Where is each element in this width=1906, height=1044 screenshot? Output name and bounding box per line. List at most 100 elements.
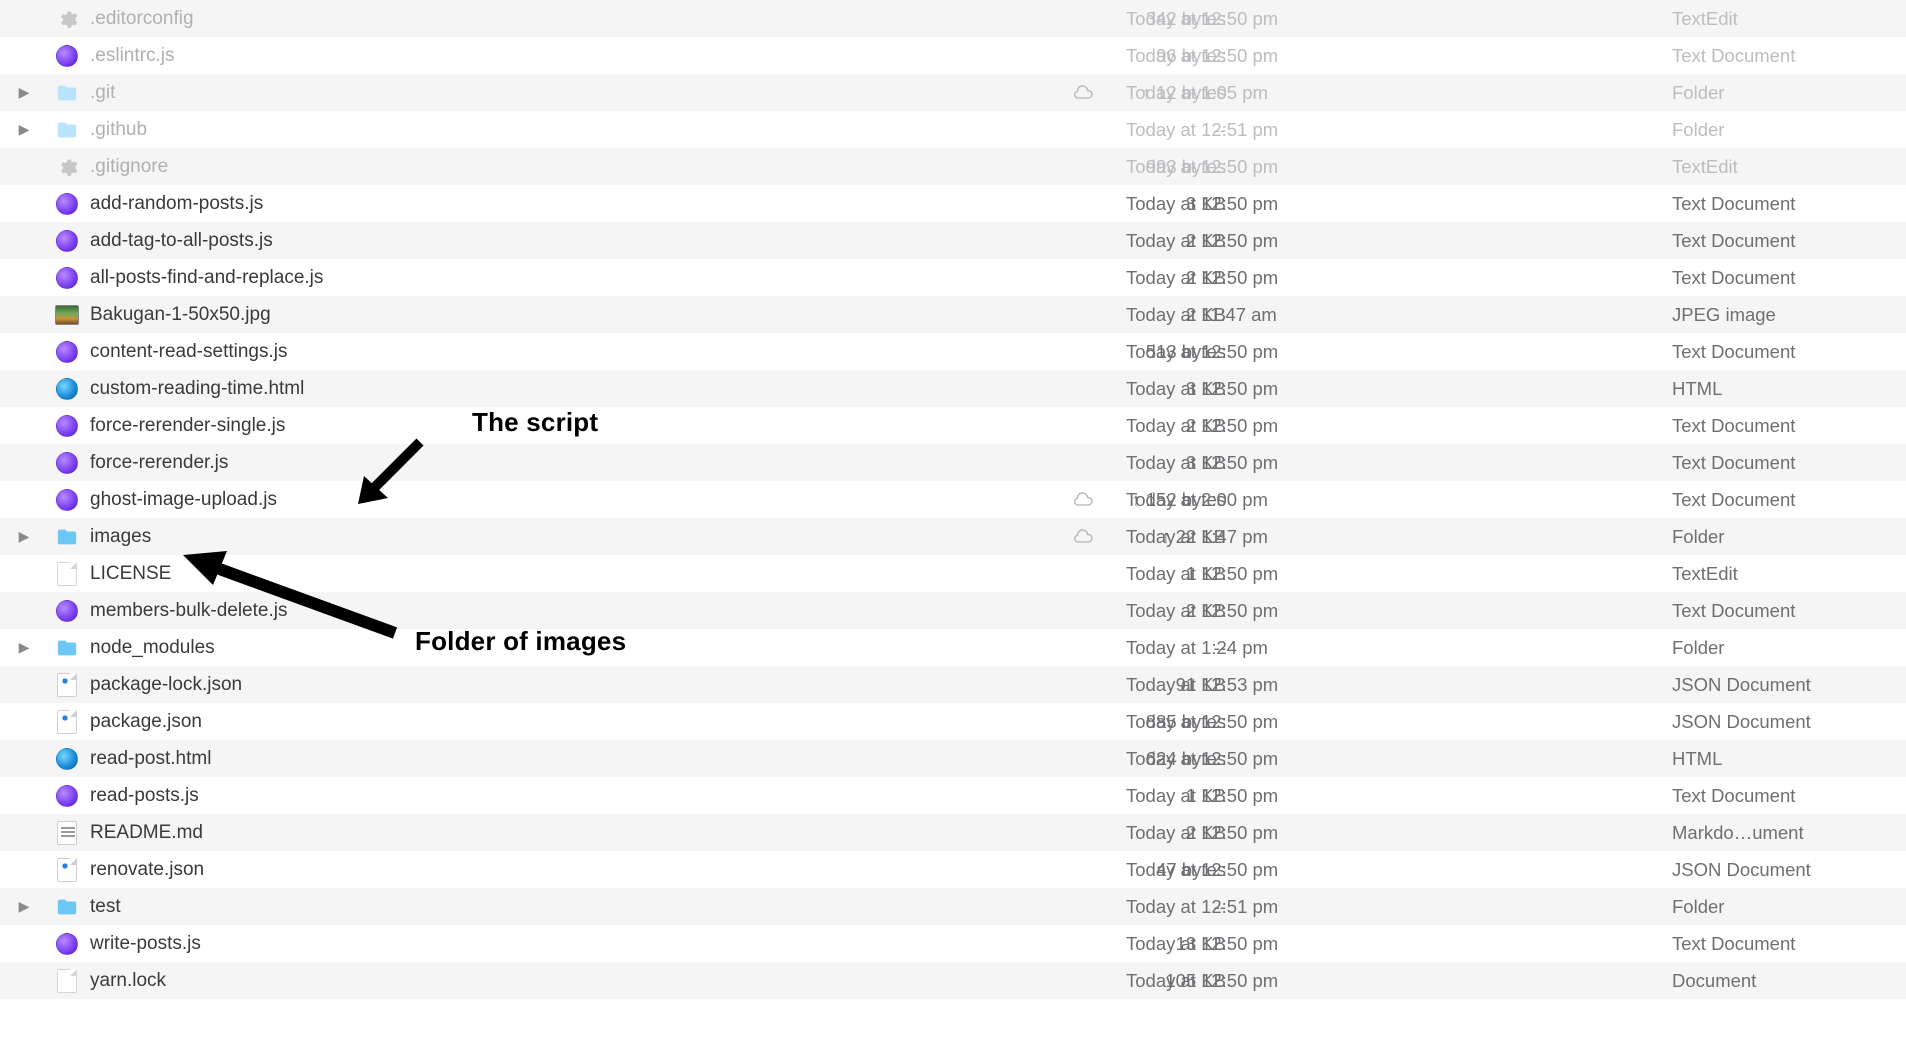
file-kind: Text Document [1672,452,1795,474]
file-row[interactable]: .gitignoreToday at 12:50 pm993 bytesText… [0,148,1906,185]
js-file-icon [56,230,78,252]
file-size: 105 KB [966,970,1226,992]
file-name[interactable]: LICENSE [90,563,171,585]
json-file-icon [57,673,77,697]
file-row[interactable]: write-posts.jsToday at 12:50 pm13 KBText… [0,925,1906,962]
disclosure-triangle-icon[interactable]: ▶ [16,84,32,101]
file-row[interactable]: yarn.lockToday at 12:50 pm105 KBDocument [0,962,1906,999]
file-list: .editorconfigToday at 12:50 pm342 bytesT… [0,0,1906,999]
json-file-icon [57,858,77,882]
disclosure-triangle-icon[interactable]: ▶ [16,121,32,138]
file-size: 513 bytes [966,341,1226,363]
file-name[interactable]: .eslintrc.js [90,45,174,67]
file-row[interactable]: ▶node_modulesToday at 1:24 pm--Folder [0,629,1906,666]
file-kind: Text Document [1672,415,1795,437]
file-name[interactable]: read-post.html [90,748,211,770]
file-row[interactable]: members-bulk-delete.jsToday at 12:50 pm2… [0,592,1906,629]
file-name[interactable]: package-lock.json [90,674,242,696]
file-kind: Folder [1672,637,1724,659]
js-file-icon [56,193,78,215]
image-thumbnail-icon [55,305,79,325]
file-name[interactable]: Bakugan-1-50x50.jpg [90,304,271,326]
file-row[interactable]: ▶imagesToday at 1:47 pm↑ 22 KBFolder [0,518,1906,555]
file-name[interactable]: .editorconfig [90,8,194,30]
file-icon-wrapper [54,6,80,32]
file-size: 2 KB [966,304,1226,326]
disclosure-triangle-icon[interactable]: ▶ [16,898,32,915]
file-name[interactable]: add-tag-to-all-posts.js [90,230,273,252]
file-size: 993 bytes [966,156,1226,178]
disclosure-triangle-icon[interactable]: ▶ [16,639,32,656]
file-name[interactable]: custom-reading-time.html [90,378,304,400]
file-name[interactable]: yarn.lock [90,970,166,992]
file-row[interactable]: README.mdToday at 12:50 pm2 KBMarkdo…ume… [0,814,1906,851]
file-icon-wrapper [54,820,80,846]
file-name[interactable]: README.md [90,822,203,844]
file-name[interactable]: images [90,526,151,548]
file-name[interactable]: all-posts-find-and-replace.js [90,267,323,289]
file-name[interactable]: write-posts.js [90,933,201,955]
file-row[interactable]: renovate.jsonToday at 12:50 pm47 bytesJS… [0,851,1906,888]
file-name[interactable]: renovate.json [90,859,204,881]
file-kind: JPEG image [1672,304,1776,326]
file-size: -- [966,896,1226,918]
file-icon-wrapper [54,376,80,402]
file-row[interactable]: force-rerender.jsToday at 12:50 pm3 KBTe… [0,444,1906,481]
file-size: 47 bytes [966,859,1226,881]
file-name[interactable]: add-random-posts.js [90,193,263,215]
file-kind: Markdo…ument [1672,822,1804,844]
file-name[interactable]: .git [90,82,115,104]
markdown-file-icon [57,821,77,845]
file-size: 13 KB [966,933,1226,955]
file-kind: Folder [1672,526,1724,548]
file-name[interactable]: members-bulk-delete.js [90,600,287,622]
html-file-icon [56,378,78,400]
file-row[interactable]: ▶.gitToday at 1:05 pm↑ 12 bytesFolder [0,74,1906,111]
file-kind: TextEdit [1672,156,1738,178]
file-size: 2 KB [966,600,1226,622]
file-row[interactable]: custom-reading-time.htmlToday at 12:50 p… [0,370,1906,407]
file-row[interactable]: .eslintrc.jsToday at 12:50 pm96 bytesTex… [0,37,1906,74]
file-row[interactable]: read-post.htmlToday at 12:50 pm624 bytes… [0,740,1906,777]
file-row[interactable]: ▶.githubToday at 12:51 pm--Folder [0,111,1906,148]
disclosure-triangle-icon[interactable]: ▶ [16,528,32,545]
folder-icon [54,526,80,548]
file-name[interactable]: read-posts.js [90,785,199,807]
file-kind: Text Document [1672,193,1795,215]
file-row[interactable]: package-lock.jsonToday at 12:53 pm91 KBJ… [0,666,1906,703]
file-icon-wrapper [54,968,80,994]
file-row[interactable]: force-rerender-single.jsToday at 12:50 p… [0,407,1906,444]
file-row[interactable]: add-tag-to-all-posts.jsToday at 12:50 pm… [0,222,1906,259]
generic-file-icon [57,969,77,993]
file-row[interactable]: LICENSEToday at 12:50 pm1 KBTextEdit [0,555,1906,592]
file-row[interactable]: read-posts.jsToday at 12:50 pm1 KBText D… [0,777,1906,814]
file-name[interactable]: force-rerender-single.js [90,415,285,437]
file-size: -- [966,637,1226,659]
file-name[interactable]: node_modules [90,637,215,659]
file-row[interactable]: Bakugan-1-50x50.jpgToday at 11:47 am2 KB… [0,296,1906,333]
file-kind: Text Document [1672,489,1795,511]
file-name[interactable]: .github [90,119,147,141]
js-file-icon [56,489,78,511]
file-name[interactable]: test [90,896,121,918]
file-row[interactable]: package.jsonToday at 12:50 pm885 bytesJS… [0,703,1906,740]
file-kind: Folder [1672,119,1724,141]
gear-icon [56,156,78,178]
file-row[interactable]: ghost-image-upload.jsToday at 2:00 pm↑ 1… [0,481,1906,518]
file-icon-wrapper [54,709,80,735]
file-row[interactable]: add-random-posts.jsToday at 12:50 pm3 KB… [0,185,1906,222]
file-row[interactable]: ▶testToday at 12:51 pm--Folder [0,888,1906,925]
file-name[interactable]: content-read-settings.js [90,341,288,363]
file-name[interactable]: force-rerender.js [90,452,228,474]
file-row[interactable]: all-posts-find-and-replace.jsToday at 12… [0,259,1906,296]
json-file-icon [57,710,77,734]
js-file-icon [56,267,78,289]
file-row[interactable]: content-read-settings.jsToday at 12:50 p… [0,333,1906,370]
file-name[interactable]: package.json [90,711,202,733]
file-name[interactable]: .gitignore [90,156,168,178]
file-name[interactable]: ghost-image-upload.js [90,489,277,511]
file-icon-wrapper [54,524,80,550]
js-file-icon [56,452,78,474]
file-row[interactable]: .editorconfigToday at 12:50 pm342 bytesT… [0,0,1906,37]
file-icon-wrapper [54,635,80,661]
